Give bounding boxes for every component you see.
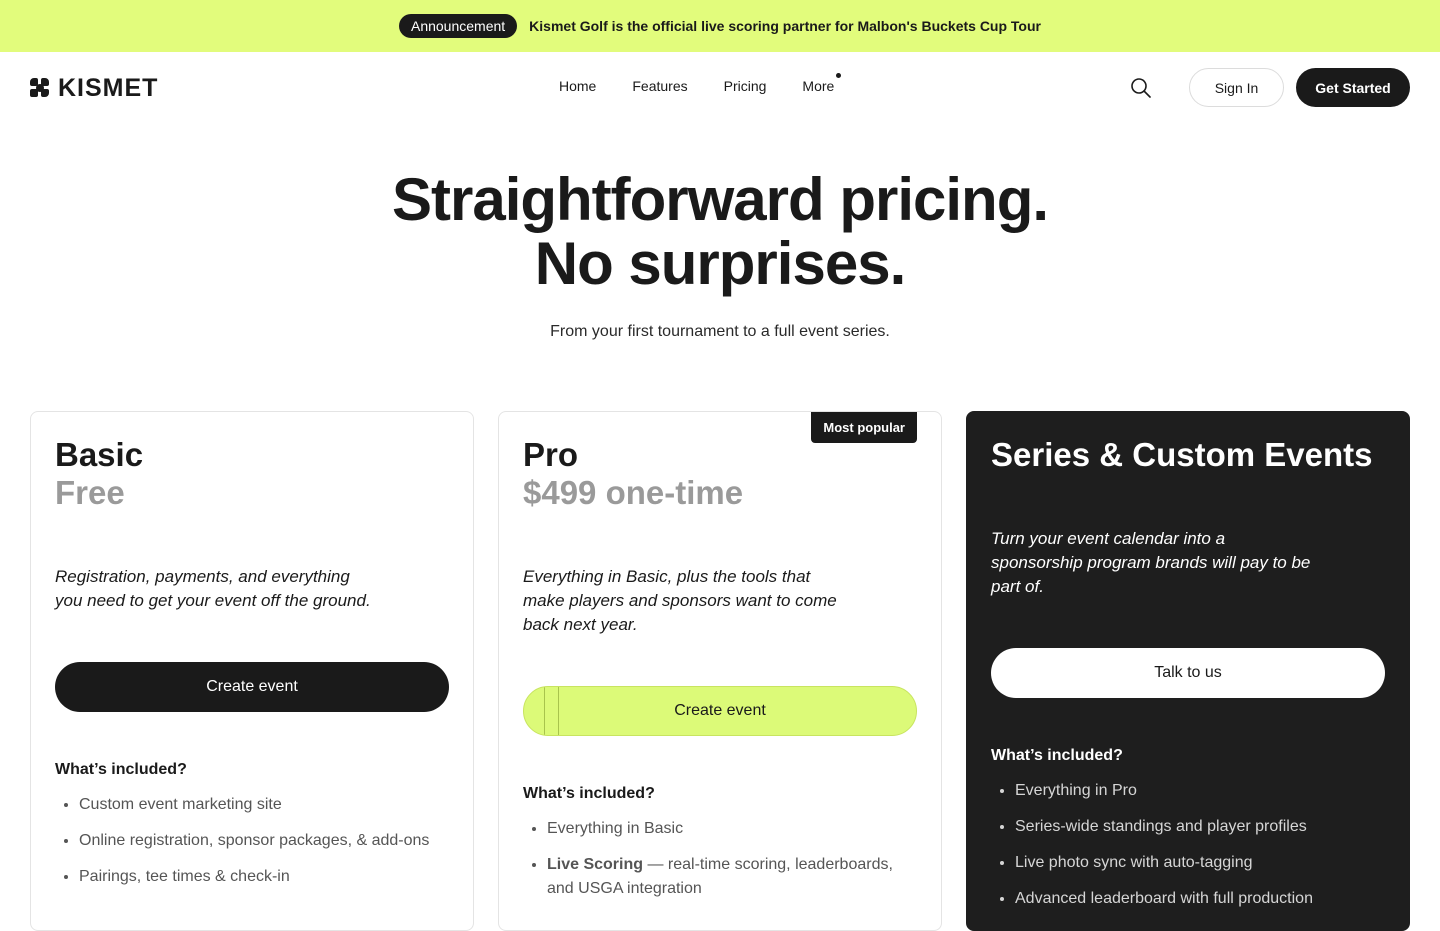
sign-in-button[interactable]: Sign In xyxy=(1189,68,1284,107)
included-heading: What’s included? xyxy=(991,747,1123,764)
plan-description-line2: you need to get your event off the groun… xyxy=(55,591,371,610)
top-nav: KISMET Home Features Pricing More Sign I… xyxy=(0,52,1440,124)
feature-highlight: Live Scoring xyxy=(547,856,644,873)
nav-pricing[interactable]: Pricing xyxy=(724,78,767,94)
brand-name: KISMET xyxy=(58,74,159,102)
nav-home[interactable]: Home xyxy=(559,78,596,94)
plan-name: Basic xyxy=(55,436,144,473)
search-icon[interactable] xyxy=(1130,77,1152,99)
hero: Straightforward pricing. No surprises. F… xyxy=(0,168,1440,341)
talk-to-us-button[interactable]: Talk to us xyxy=(991,648,1385,698)
button-edge-line xyxy=(558,687,559,735)
plan-description: Registration, payments, and everything y… xyxy=(55,565,449,613)
announcement-pill: Announcement xyxy=(398,14,518,38)
plan-card-basic: Basic Free Registration, payments, and e… xyxy=(30,411,474,931)
plan-description-line3: part of. xyxy=(991,577,1044,596)
main-menu: Home Features Pricing More xyxy=(559,73,842,94)
page-title: Straightforward pricing. No surprises. xyxy=(0,168,1440,296)
button-edge-line xyxy=(544,687,545,735)
list-item: Everything in Basic xyxy=(547,817,917,841)
notification-dot xyxy=(836,73,842,78)
included-heading: What’s included? xyxy=(55,761,187,778)
included-heading: What’s included? xyxy=(523,785,655,802)
list-item: Pairings, tee times & check-in xyxy=(79,865,449,889)
nav-features[interactable]: Features xyxy=(632,78,687,94)
nav-more[interactable]: More xyxy=(802,73,842,94)
pricing-cards: Basic Free Registration, payments, and e… xyxy=(30,411,1410,931)
plan-description-line2: make players and sponsors want to come xyxy=(523,591,837,610)
page-subtitle: From your first tournament to a full eve… xyxy=(550,323,890,340)
create-event-button[interactable]: Create event xyxy=(523,686,917,736)
plan-description-line2: sponsorship program brands will pay to b… xyxy=(991,553,1311,572)
create-event-label: Create event xyxy=(674,702,766,719)
list-item: Everything in Pro xyxy=(1015,779,1385,803)
plan-price: $499 one-time xyxy=(523,474,744,511)
plan-description-line1: Turn your event calendar into a xyxy=(991,529,1226,548)
feature-list: Everything in Pro Series-wide standings … xyxy=(991,779,1385,911)
announcement-bar[interactable]: Announcement Kismet Golf is the official… xyxy=(0,0,1440,52)
plan-description-line1: Registration, payments, and everything xyxy=(55,567,350,586)
plan-name: Series & Custom Events xyxy=(991,436,1373,473)
list-item: Custom event marketing site xyxy=(79,793,449,817)
plan-description-line1: Everything in Basic, plus the tools that xyxy=(523,567,811,586)
plan-description-line3: back next year. xyxy=(523,615,638,634)
plan-card-series: Series & Custom Events Turn your event c… xyxy=(966,411,1410,931)
page-title-line2: No surprises. xyxy=(534,230,906,297)
create-event-button[interactable]: Create event xyxy=(55,662,449,712)
feature-list: Everything in Basic Live Scoring — real-… xyxy=(523,817,917,901)
kismet-logo-icon xyxy=(30,78,50,98)
get-started-button[interactable]: Get Started xyxy=(1296,68,1410,107)
list-item: Series-wide standings and player profile… xyxy=(1015,815,1385,839)
page-title-line1: Straightforward pricing. xyxy=(391,166,1049,233)
list-item: Live Scoring — real-time scoring, leader… xyxy=(547,853,917,901)
list-item: Live photo sync with auto-tagging xyxy=(1015,851,1385,875)
feature-list: Custom event marketing site Online regis… xyxy=(55,793,449,889)
plan-description: Turn your event calendar into a sponsors… xyxy=(991,527,1385,599)
most-popular-badge: Most popular xyxy=(811,412,917,443)
announcement-message[interactable]: Kismet Golf is the official live scoring… xyxy=(529,18,1041,34)
nav-more-label: More xyxy=(802,78,835,94)
plan-price: Free xyxy=(55,474,125,511)
brand-logo[interactable]: KISMET xyxy=(30,74,159,102)
plan-card-pro: Most popular Pro $499 one-time Everythin… xyxy=(498,411,942,931)
list-item: Advanced leaderboard with full productio… xyxy=(1015,887,1385,911)
list-item: Online registration, sponsor packages, &… xyxy=(79,829,449,853)
plan-description: Everything in Basic, plus the tools that… xyxy=(523,565,917,637)
